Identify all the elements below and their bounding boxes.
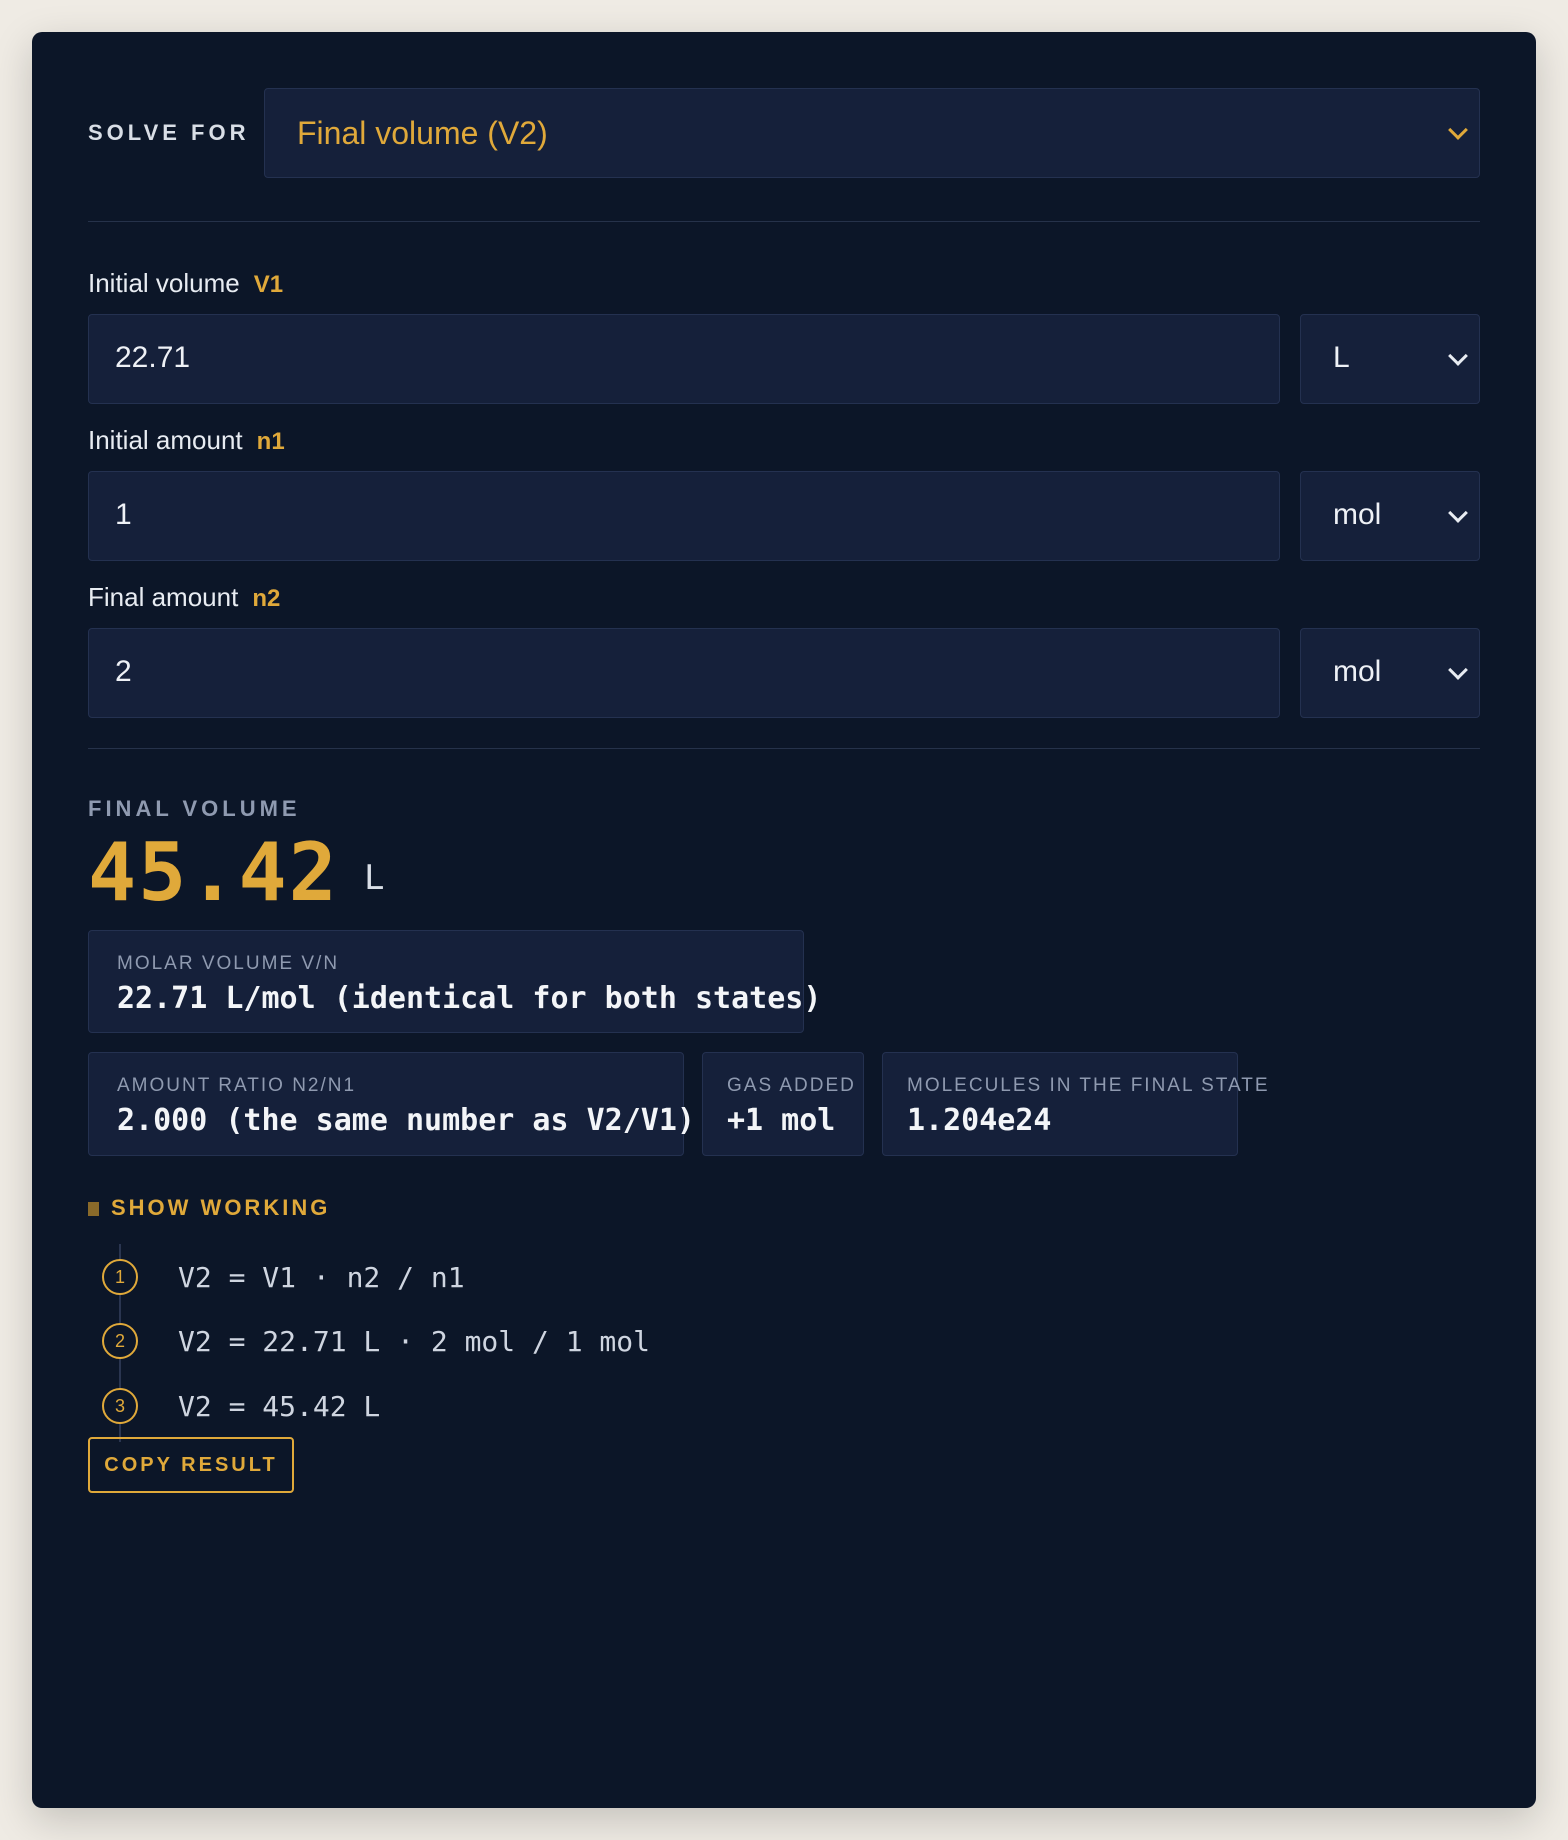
calculator-panel: SOLVE FOR Final volume (V2) Initial volu… [32,32,1536,1808]
card-value: 2.000 (the same number as V2/V1) [117,1103,695,1138]
chevron-down-icon [1448,660,1468,680]
initial-amount-input[interactable]: 1 [88,471,1280,561]
molecules-card: MOLECULES IN THE FINAL STATE 1.204e24 [882,1052,1268,1156]
initial-amount-unit: mol [1333,498,1382,531]
initial-volume-value: 22.71 [115,341,191,374]
chevron-down-icon [1448,120,1468,140]
card-value: 1.204e24 [907,1103,1052,1138]
initial-amount-label: Initial amount n1 [88,425,285,456]
card-value: 22.71 L/mol (identical for both states) [117,981,822,1016]
result-unit: L [364,858,385,898]
final-amount-label: Final amount n2 [88,582,280,613]
field-symbol: n2 [252,585,281,612]
step-equation: V2 = 45.42 L [178,1390,381,1423]
field-label-text: Final amount [88,582,239,612]
solve-for-select[interactable]: Final volume (V2) [264,88,1480,178]
show-working-label: SHOW WORKING [111,1195,331,1220]
molar-volume-card: MOLAR VOLUME V/N 22.71 L/mol (identical … [88,930,821,1033]
initial-volume-label: Initial volume V1 [88,268,283,299]
chevron-down-icon [1448,503,1468,523]
final-amount-value: 2 [115,655,132,688]
solve-for-selected: Final volume (V2) [297,115,548,151]
step-number: 1 [102,1259,138,1295]
final-amount-unit: mol [1333,655,1382,688]
show-working-toggle[interactable]: SHOW WORKING [88,1195,330,1221]
card-label: MOLECULES IN THE FINAL STATE [907,1075,1270,1096]
divider [88,221,1480,222]
field-label-text: Initial amount [88,425,243,455]
amount-ratio-card: AMOUNT RATIO N2/N1 2.000 (the same numbe… [88,1052,695,1156]
initial-volume-unit-select[interactable]: L [1300,314,1480,404]
card-value: +1 mol [727,1103,836,1138]
initial-volume-unit: L [1333,341,1350,374]
field-symbol: n1 [256,428,285,455]
field-label-text: Initial volume [88,268,240,298]
solve-for-row: SOLVE FOR Final volume (V2) [88,88,1480,178]
final-amount-input[interactable]: 2 [88,628,1280,718]
solve-for-label: SOLVE FOR [88,120,250,145]
toggle-marker-icon [88,1202,99,1216]
initial-amount-value: 1 [115,498,132,531]
initial-amount-unit-select[interactable]: mol [1300,471,1480,561]
step-number: 2 [102,1323,138,1359]
result-value: 45.42 [88,826,339,919]
chevron-down-icon [1448,346,1468,366]
step-equation: V2 = 22.71 L · 2 mol / 1 mol [178,1325,651,1358]
copy-result-button[interactable]: COPY RESULT [88,1437,294,1493]
card-label: AMOUNT RATIO N2/N1 [117,1075,357,1096]
gas-added-card: GAS ADDED +1 mol [702,1052,864,1156]
divider [88,748,1480,749]
card-label: MOLAR VOLUME V/N [117,953,340,974]
card-label: GAS ADDED [727,1075,856,1096]
result-label: FINAL VOLUME [88,796,301,821]
final-amount-unit-select[interactable]: mol [1300,628,1480,718]
step-equation: V2 = V1 · n2 / n1 [178,1261,465,1294]
initial-volume-input[interactable]: 22.71 [88,314,1280,404]
field-symbol: V1 [253,271,284,298]
step-number: 3 [102,1388,138,1424]
